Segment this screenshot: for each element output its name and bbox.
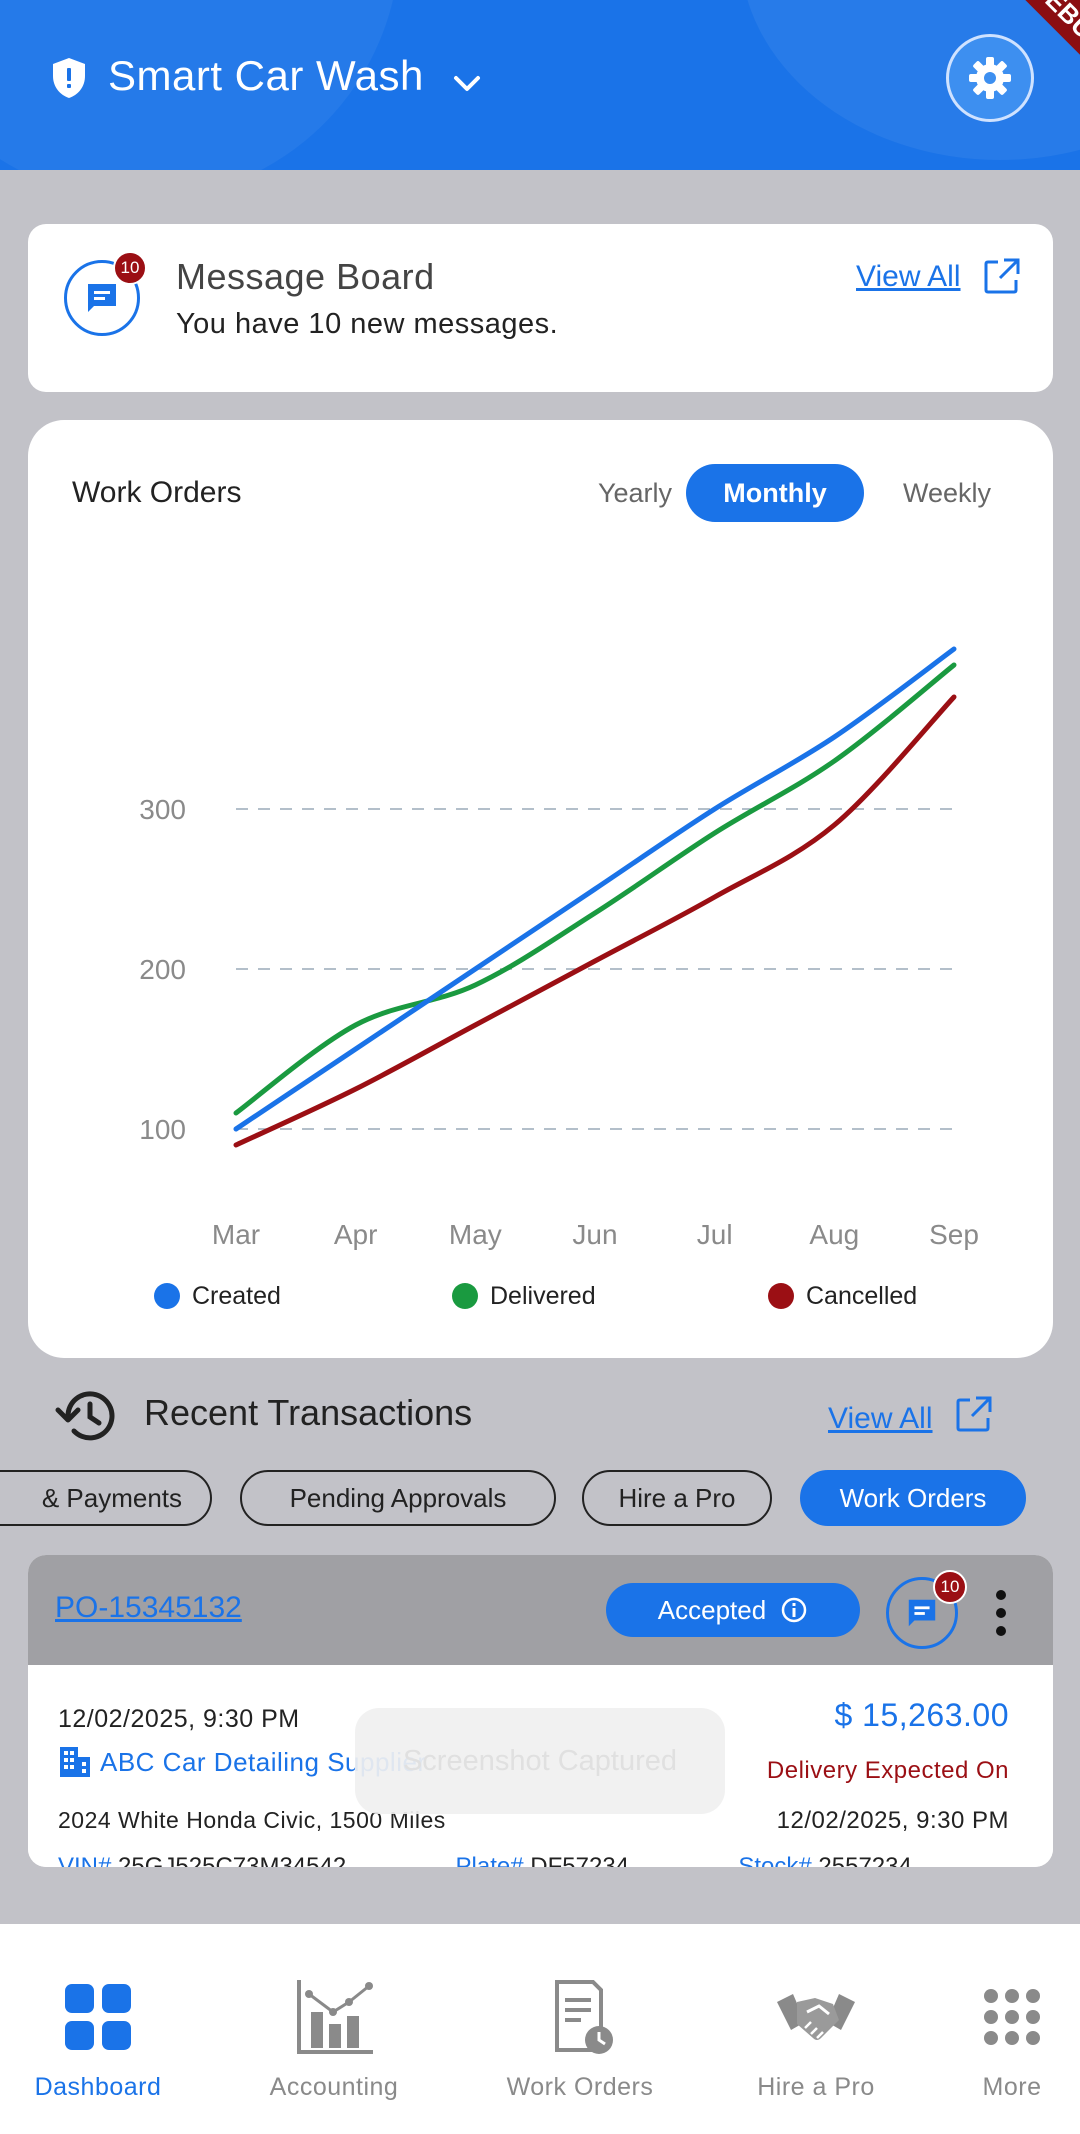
shield-icon (53, 58, 85, 98)
settings-button[interactable] (946, 34, 1034, 122)
vin-label: VIN# (58, 1853, 112, 1867)
nav-label: Accounting (269, 2073, 399, 2101)
work-orders-line-chart: 100 200 300 Mar Apr May Jun Jul Aug Sep (139, 646, 979, 1250)
building-icon (60, 1747, 90, 1777)
stock-label: Stock# (738, 1853, 812, 1867)
y-tick-label: 100 (139, 1114, 186, 1145)
po-number-link[interactable]: PO-15345132 (55, 1591, 242, 1625)
chat-icon (908, 1599, 936, 1627)
filter-payments[interactable]: & Payments (0, 1470, 212, 1526)
message-board-subtitle: You have 10 new messages. (176, 308, 559, 340)
message-count-badge: 10 (933, 1570, 967, 1604)
series-line-created (233, 646, 957, 1132)
y-tick-label: 300 (139, 794, 186, 825)
more-grid-icon (984, 1989, 1040, 2045)
message-board-card[interactable]: 10 Message Board You have 10 new message… (28, 224, 1053, 392)
series-line-cancelled (233, 694, 957, 1148)
status-label: Accepted (657, 1594, 767, 1625)
history-icon (55, 1391, 115, 1441)
message-board-view-all-link[interactable]: View All (856, 260, 961, 294)
external-link-icon[interactable] (982, 256, 1022, 296)
chat-icon (88, 284, 116, 312)
plate-value: DF57234 (530, 1853, 630, 1867)
more-options-icon[interactable] (994, 1589, 1008, 1637)
legend-label: Cancelled (806, 1281, 918, 1310)
nav-work-orders[interactable]: Work Orders (480, 1972, 680, 2102)
message-board-title: Message Board (176, 256, 435, 297)
vin-value: 25GJ525C73M34542 (118, 1853, 347, 1867)
transaction-header: PO-15345132 Accepted 10 (28, 1555, 1053, 1665)
legend-swatch (768, 1283, 794, 1309)
recent-transactions-title: Recent Transactions (144, 1392, 473, 1433)
filter-work-orders[interactable]: Work Orders (800, 1470, 1026, 1526)
screenshot-toast: Screenshot Captured (355, 1708, 725, 1814)
nav-more[interactable]: More (912, 1972, 1080, 2102)
nav-label: Dashboard (34, 2073, 162, 2101)
x-tick-label: May (449, 1219, 502, 1250)
x-tick-label: Apr (334, 1219, 378, 1250)
delivery-expected-date: 12/02/2025, 9:30 PM (776, 1807, 1009, 1834)
filter-pending-approvals[interactable]: Pending Approvals (240, 1470, 556, 1526)
accounting-icon (297, 1980, 373, 2054)
legend-item-cancelled: Cancelled (768, 1276, 917, 1316)
legend-swatch (154, 1283, 180, 1309)
nav-label: Hire a Pro (757, 2073, 875, 2101)
work-orders-chart-card: Work Orders Yearly Monthly Weekly 100 200… (28, 420, 1053, 1358)
transaction-date: 12/02/2025, 9:30 PM (58, 1705, 300, 1733)
info-icon (781, 1597, 807, 1623)
nav-hire-a-pro[interactable]: Hire a Pro (716, 1972, 916, 2102)
gear-icon (969, 57, 1011, 99)
message-board-icon-button[interactable]: 10 (64, 251, 147, 336)
message-count-badge: 10 (113, 251, 147, 285)
stock-value: 2557234 (818, 1853, 912, 1867)
legend-label: Delivered (490, 1281, 596, 1310)
nav-dashboard[interactable]: Dashboard (0, 1972, 198, 2102)
handshake-icon (777, 1994, 855, 2040)
legend-item-delivered: Delivered (452, 1276, 596, 1316)
nav-label: Work Orders (506, 2073, 654, 2101)
app-title[interactable]: Smart Car Wash (108, 52, 424, 100)
x-tick-label: Jun (572, 1219, 617, 1250)
filter-hire-a-pro[interactable]: Hire a Pro (582, 1470, 772, 1526)
dashboard-icon (65, 1984, 131, 2050)
chevron-down-icon[interactable] (450, 68, 484, 98)
y-tick-label: 200 (139, 954, 186, 985)
work-orders-icon (555, 1980, 613, 2054)
x-tick-label: Sep (929, 1219, 979, 1250)
x-tick-label: Aug (809, 1219, 859, 1250)
legend-label: Created (192, 1281, 281, 1310)
plate-label: Plate# (455, 1853, 524, 1867)
vehicle-identifiers: VIN# 25GJ525C73M34542 Plate# DF57234 Sto… (58, 1853, 1038, 1867)
nav-accounting[interactable]: Accounting (234, 1972, 434, 2102)
x-tick-label: Jul (697, 1219, 733, 1250)
delivery-expected-label: Delivery Expected On (766, 1757, 1009, 1784)
x-tick-label: Mar (212, 1219, 260, 1250)
app-header: Smart Car Wash DEBUG (0, 0, 1080, 170)
recent-transactions-view-all-link[interactable]: View All (828, 1402, 933, 1436)
transaction-amount: $ 15,263.00 (834, 1697, 1009, 1733)
nav-label: More (982, 2073, 1042, 2101)
external-link-icon[interactable] (954, 1394, 994, 1434)
transaction-message-button[interactable]: 10 (886, 1570, 967, 1649)
legend-item-created: Created (154, 1276, 281, 1316)
status-accepted-button[interactable]: Accepted (606, 1583, 860, 1637)
bottom-navigation: Dashboard Accounting Work Orders Hire a … (0, 1924, 1080, 2134)
legend-swatch (452, 1283, 478, 1309)
